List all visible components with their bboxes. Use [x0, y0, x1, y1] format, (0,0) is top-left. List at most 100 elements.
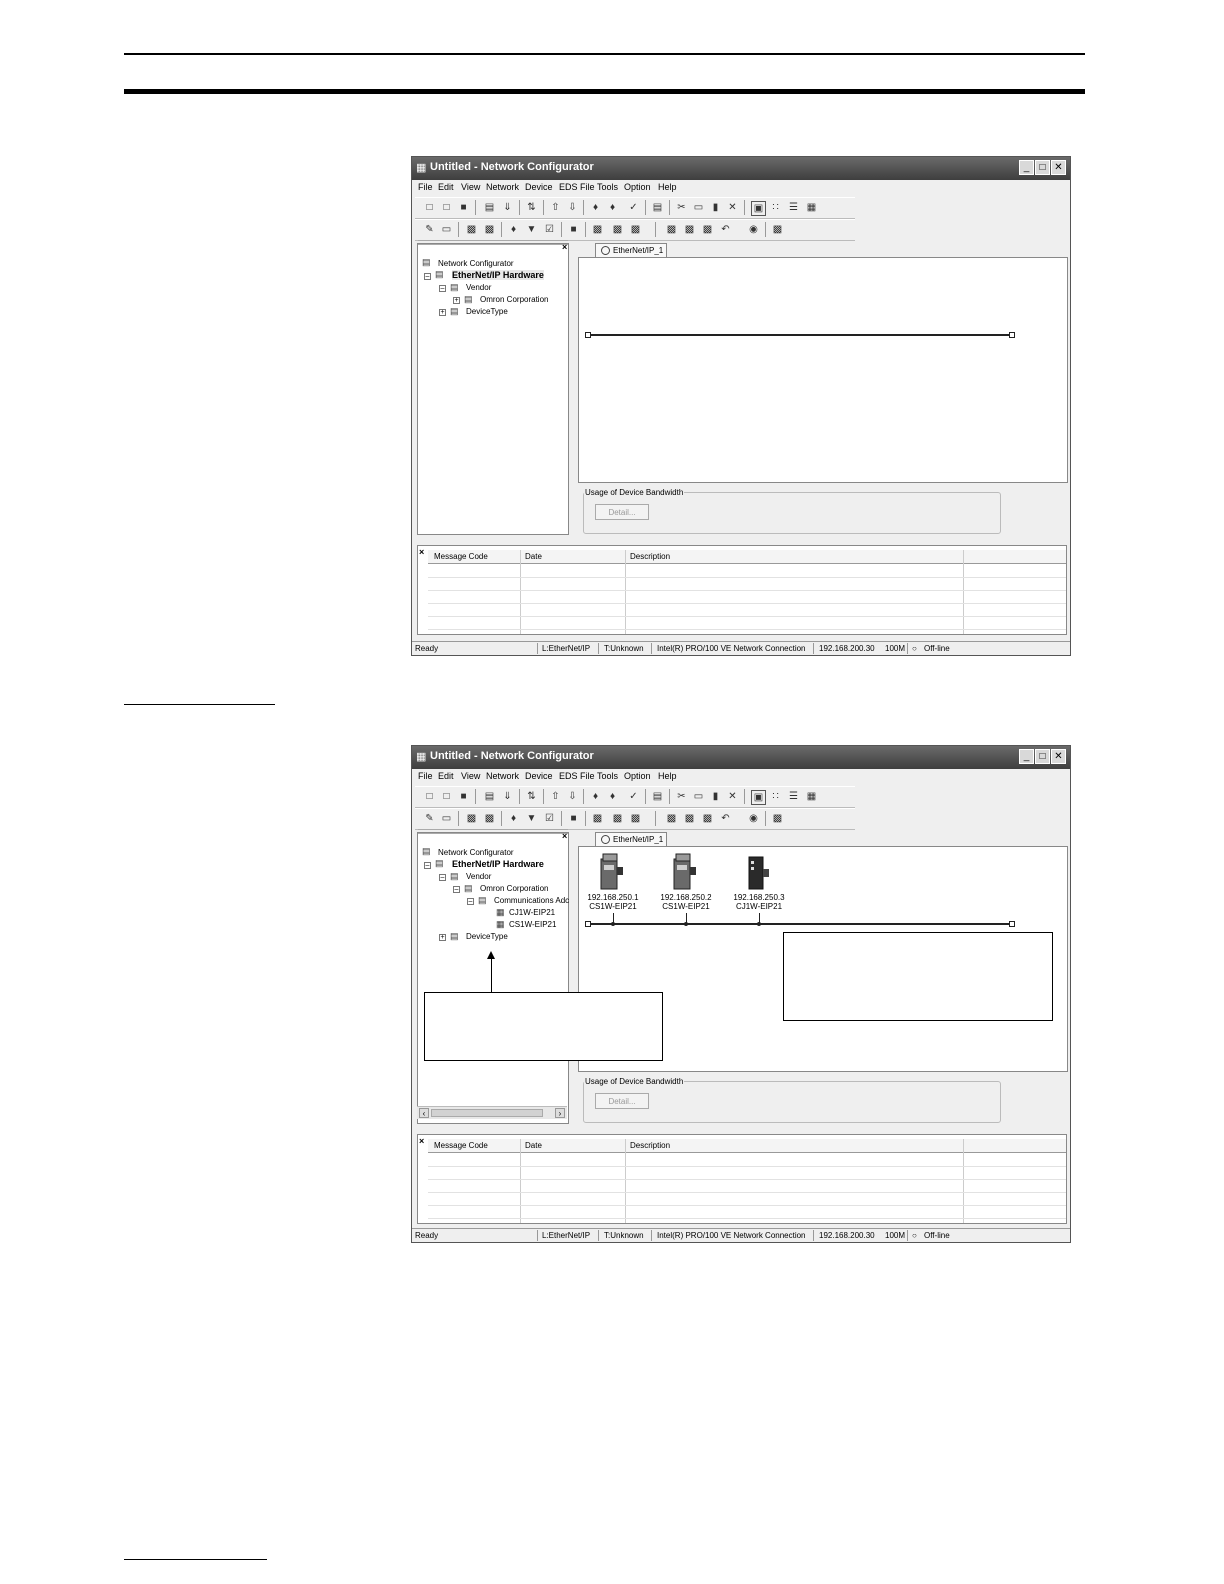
network-device-1[interactable]: 192.168.250.1 CS1W-EIP21	[583, 853, 643, 913]
print-preview-icon[interactable]: ▤	[651, 201, 664, 214]
network-device-3[interactable]: 192.168.250.3 CJ1W-EIP21	[729, 853, 789, 913]
menu-edit[interactable]: Edit	[438, 182, 454, 192]
tool-icon-13[interactable]: ▩	[683, 812, 696, 825]
tool-icon-8[interactable]: ■	[567, 812, 580, 825]
network-device-2[interactable]: 192.168.250.2 CS1W-EIP21	[656, 853, 716, 913]
tool-icon-12[interactable]: ▩	[665, 812, 678, 825]
tree-vendor[interactable]: Vendor	[466, 283, 491, 292]
tool-icon-12[interactable]: ▩	[665, 223, 678, 236]
paste-icon[interactable]: ▮	[709, 201, 722, 214]
monitor-icon[interactable]: ⇅	[525, 201, 538, 214]
menu-view[interactable]: View	[461, 771, 480, 781]
check-icon[interactable]: ✓	[627, 201, 640, 214]
column-description[interactable]: Description	[630, 552, 670, 561]
delete-icon[interactable]: ✕	[726, 790, 739, 803]
download-device-icon[interactable]: ⇩	[566, 790, 579, 803]
tool-icon-1[interactable]: ✎	[423, 812, 436, 825]
menu-help[interactable]: Help	[658, 771, 677, 781]
tool-icon-4[interactable]: ▩	[483, 812, 496, 825]
collapse-icon[interactable]: –	[467, 898, 474, 905]
tool-icon-7[interactable]: ☑	[543, 223, 556, 236]
copy-icon[interactable]: ▭	[692, 790, 705, 803]
menu-tools[interactable]: Tools	[597, 182, 618, 192]
expand-icon[interactable]: +	[439, 934, 446, 941]
column-date[interactable]: Date	[525, 1141, 542, 1150]
print-icon[interactable]: ▤	[483, 790, 496, 803]
disconnect-icon[interactable]: ♦	[606, 790, 619, 803]
collapse-icon[interactable]: –	[453, 886, 460, 893]
close-button[interactable]: ✕	[1051, 749, 1066, 764]
new-file-icon[interactable]: □	[423, 201, 436, 214]
scroll-thumb[interactable]	[431, 1109, 543, 1117]
tool-icon-6[interactable]: ▼	[525, 223, 538, 236]
tool-icon-11[interactable]: ▩	[629, 812, 642, 825]
tool-icon-7[interactable]: ☑	[543, 812, 556, 825]
tree-hardware[interactable]: EtherNet/IP Hardware	[452, 270, 544, 280]
tool-icon-3[interactable]: ▩	[465, 223, 478, 236]
menu-network[interactable]: Network	[486, 771, 519, 781]
pane-close-icon[interactable]: ×	[419, 1136, 424, 1146]
collapse-icon[interactable]: –	[424, 273, 431, 280]
open-folder-icon[interactable]: □	[440, 790, 453, 803]
tree-omron[interactable]: Omron Corporation	[480, 295, 548, 304]
tree-communications[interactable]: Communications Adc	[494, 896, 569, 905]
save-icon[interactable]: ■	[457, 201, 470, 214]
print-preview-icon[interactable]: ▤	[651, 790, 664, 803]
detail-button[interactable]: Detail...	[595, 1093, 649, 1109]
collapse-icon[interactable]: –	[439, 874, 446, 881]
close-button[interactable]: ✕	[1051, 160, 1066, 175]
details-view-icon[interactable]: ▦	[805, 790, 818, 803]
menu-tools[interactable]: Tools	[597, 771, 618, 781]
download-icon[interactable]: ⇓	[501, 201, 514, 214]
menu-eds-file[interactable]: EDS File	[559, 771, 595, 781]
expand-icon[interactable]: +	[439, 309, 446, 316]
menu-option[interactable]: Option	[624, 771, 651, 781]
tool-icon-2[interactable]: ▭	[440, 812, 453, 825]
network-endpoint[interactable]	[585, 921, 591, 927]
tool-icon-16[interactable]: ▩	[771, 223, 784, 236]
menu-file[interactable]: File	[418, 182, 433, 192]
tree-root[interactable]: Network Configurator	[438, 848, 514, 857]
tool-icon-9[interactable]: ▩	[591, 223, 604, 236]
tab-ethernet-ip[interactable]: EtherNet/IP_1	[595, 832, 667, 847]
menu-device[interactable]: Device	[525, 771, 553, 781]
tool-icon-15[interactable]: ↶	[719, 223, 732, 236]
tree-item-cj1w-eip21[interactable]: CJ1W-EIP21	[509, 908, 555, 917]
tool-icon-4[interactable]: ▩	[483, 223, 496, 236]
tool-icon-8[interactable]: ■	[567, 223, 580, 236]
open-folder-icon[interactable]: □	[440, 201, 453, 214]
cut-icon[interactable]: ✂	[675, 790, 688, 803]
download-icon[interactable]: ⇓	[501, 790, 514, 803]
upload-icon[interactable]: ⇧	[549, 790, 562, 803]
small-icons-view-icon[interactable]: ∷	[769, 201, 782, 214]
tree-devicetype[interactable]: DeviceType	[466, 932, 508, 941]
pane-close-icon[interactable]: ×	[562, 242, 567, 252]
menu-file[interactable]: File	[418, 771, 433, 781]
list-view-icon[interactable]: ☰	[787, 790, 800, 803]
new-file-icon[interactable]: □	[423, 790, 436, 803]
maximize-button[interactable]: □	[1035, 160, 1050, 175]
disconnect-icon[interactable]: ♦	[606, 201, 619, 214]
tool-icon-10[interactable]: ▩	[611, 812, 624, 825]
scroll-left-icon[interactable]: ‹	[419, 1108, 429, 1118]
collapse-icon[interactable]: –	[439, 285, 446, 292]
copy-icon[interactable]: ▭	[692, 201, 705, 214]
collapse-icon[interactable]: –	[424, 862, 431, 869]
tool-icon-5[interactable]: ♦	[507, 223, 520, 236]
maximize-button[interactable]: □	[1035, 749, 1050, 764]
tool-icon-9[interactable]: ▩	[591, 812, 604, 825]
menu-help[interactable]: Help	[658, 182, 677, 192]
tool-icon-5[interactable]: ♦	[507, 812, 520, 825]
binoculars-icon[interactable]: ◉	[747, 812, 760, 825]
network-canvas[interactable]	[578, 257, 1068, 483]
menu-network[interactable]: Network	[486, 182, 519, 192]
tool-icon-2[interactable]: ▭	[440, 223, 453, 236]
column-message-code[interactable]: Message Code	[434, 552, 488, 561]
pane-close-icon[interactable]: ×	[419, 547, 424, 557]
tool-icon-6[interactable]: ▼	[525, 812, 538, 825]
network-endpoint[interactable]	[1009, 332, 1015, 338]
menu-option[interactable]: Option	[624, 182, 651, 192]
scroll-right-icon[interactable]: ›	[555, 1108, 565, 1118]
column-message-code[interactable]: Message Code	[434, 1141, 488, 1150]
save-icon[interactable]: ■	[457, 790, 470, 803]
